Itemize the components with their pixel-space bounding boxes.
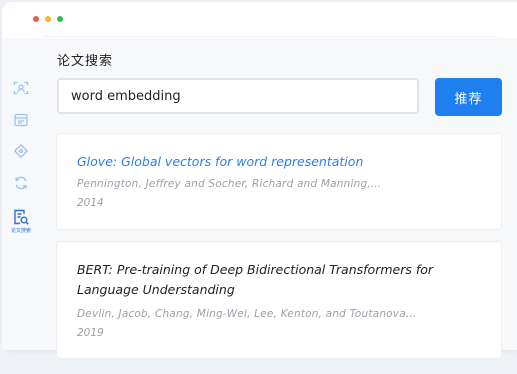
sidebar-item-tags[interactable] — [8, 140, 34, 162]
result-title-link[interactable]: Glove: Global vectors for word represent… — [77, 152, 477, 172]
document-icon — [14, 113, 28, 127]
recommend-button[interactable]: 推荐 — [435, 78, 502, 116]
title-bar — [2, 2, 517, 37]
close-window-button[interactable] — [33, 16, 39, 22]
main-panel: 论文搜索 推荐 Glove: Global vectors for word r… — [39, 38, 517, 359]
sidebar-item-scan[interactable] — [8, 77, 34, 99]
divider — [42, 36, 497, 37]
result-card[interactable]: BERT: Pre-training of Deep Bidirectional… — [56, 241, 502, 359]
result-year: 2019 — [77, 327, 104, 339]
scan-icon — [13, 81, 29, 95]
result-authors: Pennington, Jeffrey and Socher, Richard … — [77, 178, 382, 190]
minimize-window-button[interactable] — [45, 16, 51, 22]
app-window: 论文搜索 论文搜索 推荐 Glove: Global vectors for w… — [2, 2, 517, 359]
page-title: 论文搜索 — [57, 54, 114, 69]
result-card[interactable]: Glove: Global vectors for word represent… — [56, 133, 502, 230]
search-field[interactable] — [57, 78, 419, 114]
sidebar-item-label: 论文搜索 — [10, 228, 31, 234]
result-title[interactable]: BERT: Pre-training of Deep Bidirectional… — [77, 260, 477, 300]
sidebar-item-paper-search[interactable]: 论文搜索 — [5, 206, 37, 240]
tag-icon — [13, 143, 29, 159]
maximize-window-button[interactable] — [57, 16, 63, 22]
paper-search-icon — [14, 209, 29, 225]
sidebar-item-sync[interactable] — [8, 172, 34, 194]
sidebar-item-documents[interactable] — [8, 109, 34, 131]
result-year: 2014 — [77, 197, 104, 209]
search-input[interactable] — [59, 80, 401, 112]
sidebar: 论文搜索 — [2, 38, 39, 350]
refresh-icon — [15, 176, 27, 190]
result-authors: Devlin, Jacob, Chang, Ming-Wei, Lee, Ken… — [77, 308, 417, 320]
